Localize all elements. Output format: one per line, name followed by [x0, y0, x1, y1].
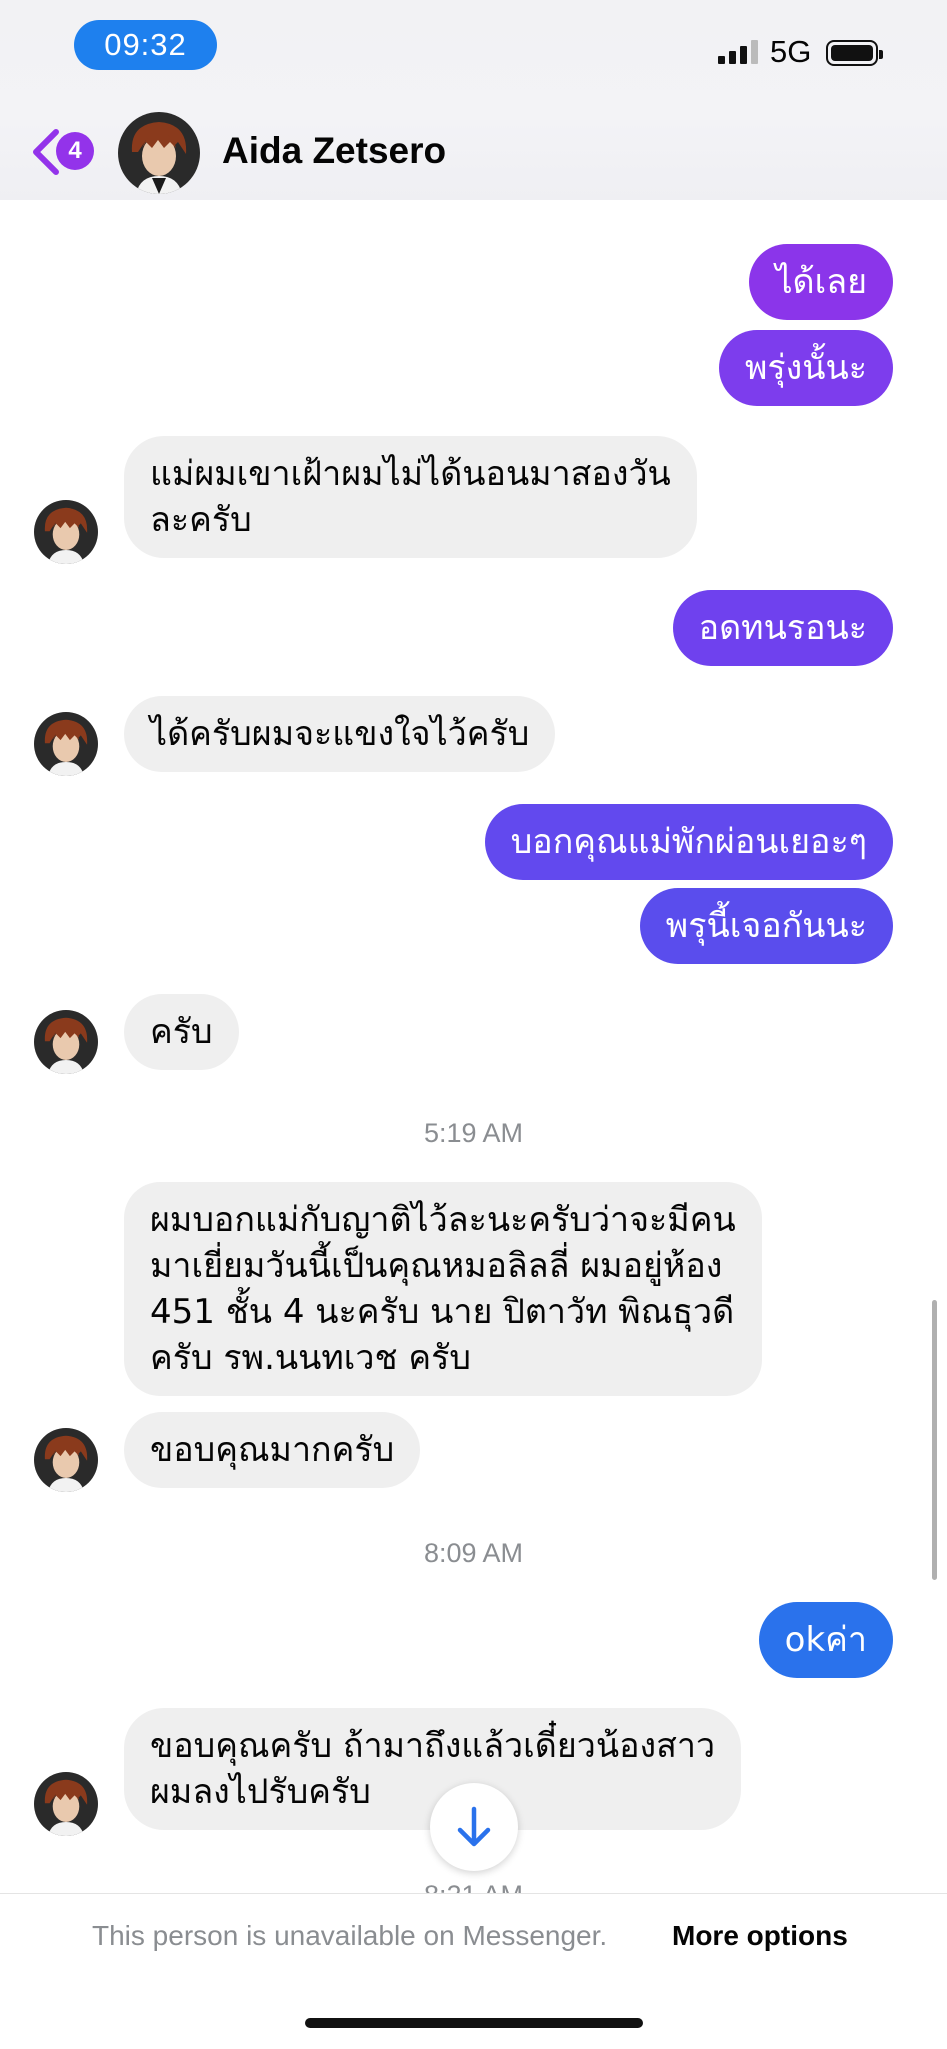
timestamp: 8:09 AM — [423, 1538, 524, 1568]
sender-avatar — [34, 500, 98, 564]
signal-bars-icon — [718, 40, 762, 64]
scrollbar[interactable] — [932, 1300, 937, 1580]
message-line: ละครับ — [150, 500, 252, 540]
unavailable-notice: This person is unavailable on Messenger. — [92, 1920, 608, 1951]
message-bubble-outgoing[interactable]: พรุนี้เจอกันนะ — [639, 888, 893, 964]
message-line: 451 ชั้น 4 นะครับ นาย ปิตาวัท พิณธุวดี — [150, 1292, 735, 1332]
scroll-to-bottom-button[interactable] — [430, 1783, 518, 1871]
sender-avatar — [34, 1010, 98, 1074]
battery-icon — [826, 40, 883, 66]
message-bubble-outgoing[interactable]: okค่า — [758, 1602, 893, 1678]
message-line: ครับ รพ.นนทเวช ครับ — [150, 1338, 471, 1378]
message-bubble-incoming[interactable]: ขอบคุณมากครับ — [124, 1412, 421, 1488]
arrow-down-icon — [457, 1806, 491, 1847]
network-type: 5G — [770, 34, 812, 69]
message-line: แม่ผมเขาเฝ้าผมไม่ได้นอนมาสองวัน — [150, 454, 671, 494]
message-bubble-incoming[interactable]: แม่ผมเขาเฝ้าผมไม่ได้นอนมาสองวัน ละครับ — [124, 436, 697, 558]
contact-name[interactable]: Aida Zetsero — [222, 130, 446, 172]
sender-avatar — [34, 712, 98, 776]
timestamp: 5:19 AM — [423, 1118, 524, 1148]
message-bubble-incoming[interactable]: ผมบอกแม่กับญาติไว้ละนะครับว่าจะมีคน มาเย… — [124, 1182, 762, 1396]
message-line: มาเยี่ยมวันนี้เป็นคุณหมอลิลลี่ ผมอยู่ห้อ… — [150, 1246, 723, 1286]
message-line: ขอบคุณครับ ถ้ามาถึงแล้วเดี๋ยวน้องสาว — [150, 1726, 716, 1766]
sender-avatar — [34, 1772, 98, 1836]
message-bubble-outgoing[interactable]: พรุ่งนั้นะ — [718, 330, 893, 406]
message-bubble-outgoing[interactable]: ได้เลย — [749, 244, 893, 320]
message-bubble-outgoing[interactable]: อดทนรอนะ — [672, 590, 893, 666]
message-line: ผมบอกแม่กับญาติไว้ละนะครับว่าจะมีคน — [150, 1200, 736, 1240]
contact-avatar[interactable] — [118, 112, 200, 194]
message-bubble-outgoing[interactable]: บอกคุณแม่พักผ่อนเยอะๆ — [484, 804, 893, 880]
message-bubble-incoming[interactable]: ได้ครับผมจะแขงใจไว้ครับ — [124, 696, 556, 772]
status-time: 09:32 — [74, 20, 217, 70]
home-indicator[interactable] — [305, 2018, 643, 2028]
sender-avatar — [34, 1428, 98, 1492]
more-options-link[interactable]: More options — [672, 1920, 848, 1952]
message-bubble-incoming[interactable]: ครับ — [124, 994, 239, 1070]
unread-count-badge: 4 — [56, 132, 94, 170]
